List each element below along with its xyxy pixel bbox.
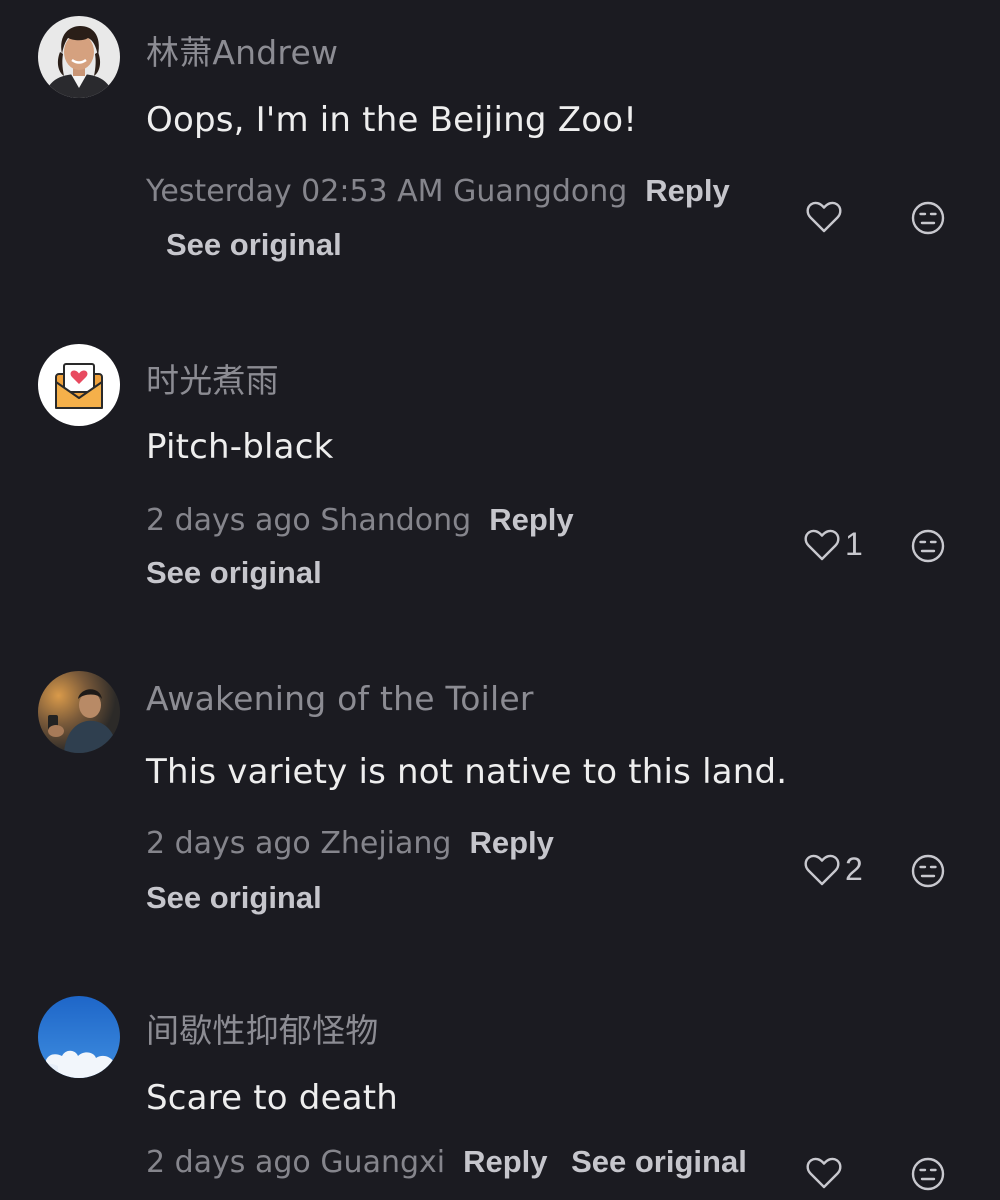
comment-time: 2 days ago <box>146 1145 311 1180</box>
see-original-button[interactable]: See original <box>571 1144 747 1179</box>
comment-location: Shandong <box>320 503 472 538</box>
like-button[interactable]: 1 <box>803 526 863 563</box>
username[interactable]: 间歇性抑郁怪物 <box>146 1004 378 1052</box>
see-original-button[interactable]: See original <box>146 555 322 590</box>
comment-item: Awakening of the Toiler This variety is … <box>0 655 1000 955</box>
heart-outline-icon <box>806 201 842 233</box>
comment-time: 2 days ago <box>146 826 311 861</box>
heart-outline-icon <box>804 854 840 885</box>
see-original-row: See original <box>146 880 322 916</box>
like-button[interactable]: 2 <box>803 851 863 888</box>
movie-still-avatar <box>38 671 120 753</box>
heart-envelope-avatar <box>38 344 120 426</box>
see-original-row: See original <box>146 555 322 591</box>
comment-item: 间歇性抑郁怪物 Scare to death 2 days ago Guangx… <box>0 982 1000 1200</box>
comment-text: This variety is not native to this land. <box>146 752 788 792</box>
neutral-face-icon <box>911 529 945 563</box>
comment-location: Guangxi <box>320 1145 446 1180</box>
see-original-button[interactable]: See original <box>166 227 342 262</box>
avatar[interactable] <box>38 344 120 426</box>
comment-item: 时光煮雨 Pitch-black 2 days ago Shandong Repl… <box>0 330 1000 630</box>
comment-text: Pitch-black <box>146 427 334 467</box>
like-button[interactable] <box>805 200 847 234</box>
username[interactable]: 时光煮雨 <box>146 354 279 402</box>
comment-item: 林萧Andrew Oops, I'm in the Beijing Zoo! Y… <box>0 0 1000 300</box>
heart-outline-icon <box>806 1157 842 1189</box>
reaction-button[interactable] <box>910 1156 946 1192</box>
neutral-face-icon <box>911 201 945 235</box>
comment-location: Zhejiang <box>320 826 452 861</box>
neutral-face-icon <box>911 854 945 888</box>
reply-button[interactable]: Reply <box>463 1144 547 1179</box>
see-original-button[interactable]: See original <box>146 880 322 915</box>
heart-outline-icon <box>804 529 840 560</box>
comment-text: Oops, I'm in the Beijing Zoo! <box>146 100 638 140</box>
comment-meta: 2 days ago Shandong Reply <box>146 502 574 538</box>
blue-sky-avatar <box>38 996 120 1078</box>
comment-location: Guangdong <box>453 174 628 209</box>
comment-time: 2 days ago <box>146 503 311 538</box>
username[interactable]: 林萧Andrew <box>146 26 338 74</box>
comment-text: Scare to death <box>146 1078 399 1118</box>
comment-meta: 2 days ago Zhejiang Reply <box>146 825 554 861</box>
avatar[interactable] <box>38 16 120 98</box>
like-count: 2 <box>845 851 863 887</box>
reply-button[interactable]: Reply <box>645 173 729 208</box>
comment-meta: 2 days ago Guangxi Reply See original <box>146 1144 747 1180</box>
reply-button[interactable]: Reply <box>469 825 553 860</box>
avatar[interactable] <box>38 996 120 1078</box>
man-portrait-avatar <box>38 16 120 98</box>
reaction-button[interactable] <box>910 200 946 236</box>
reaction-button[interactable] <box>910 528 946 564</box>
comment-meta: Yesterday 02:53 AM Guangdong Reply <box>146 173 730 209</box>
like-count: 1 <box>845 526 863 562</box>
reaction-button[interactable] <box>910 853 946 889</box>
see-original-row: See original <box>166 227 342 263</box>
comment-time: Yesterday 02:53 AM <box>146 174 444 209</box>
username[interactable]: Awakening of the Toiler <box>146 679 534 718</box>
like-button[interactable] <box>805 1156 847 1190</box>
avatar[interactable] <box>38 671 120 753</box>
neutral-face-icon <box>911 1157 945 1191</box>
reply-button[interactable]: Reply <box>489 502 573 537</box>
